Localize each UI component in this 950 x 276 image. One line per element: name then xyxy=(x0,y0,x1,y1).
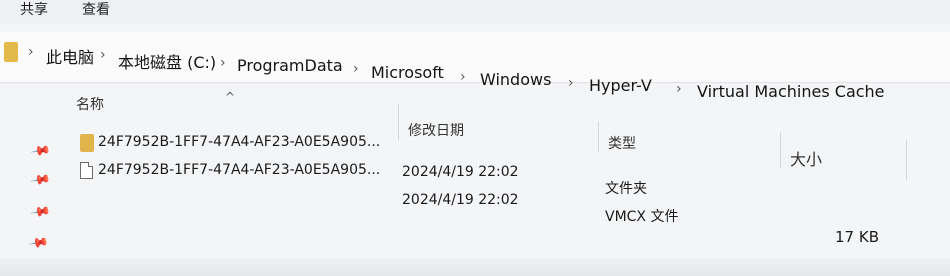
pin-icon[interactable]: 📌 xyxy=(29,202,51,224)
table-row[interactable]: 24F7952B-1FF7-47A4-AF23-A0E5A905... 2024… xyxy=(70,160,910,246)
file-type: VMCX 文件 xyxy=(605,209,679,225)
file-size: 17 KB xyxy=(835,228,879,246)
pin-icon[interactable]: 📌 xyxy=(29,170,51,192)
column-header-name[interactable]: 名称 xyxy=(76,94,104,114)
tab-share[interactable]: 共享 xyxy=(20,0,48,20)
status-bar xyxy=(0,258,950,276)
table-row[interactable]: 24F7952B-1FF7-47A4-AF23-A0E5A905... 2024… xyxy=(70,132,910,197)
breadcrumb-separator: › xyxy=(100,47,106,63)
breadcrumb-local-disk[interactable]: 本地磁盘 (C:) xyxy=(118,49,216,73)
folder-icon xyxy=(4,42,18,62)
breadcrumb-separator: › xyxy=(353,61,359,77)
pin-icon[interactable]: 📌 xyxy=(27,233,49,255)
folder-icon xyxy=(80,134,94,152)
breadcrumb-programdata[interactable]: ProgramData xyxy=(237,56,343,75)
file-name: 24F7952B-1FF7-47A4-AF23-A0E5A905... xyxy=(98,134,381,150)
file-date: 2024/4/19 22:02 xyxy=(402,192,519,208)
breadcrumb-this-pc[interactable]: 此电脑 xyxy=(46,44,94,68)
sort-ascending-icon: ^ xyxy=(225,90,236,104)
tab-view[interactable]: 查看 xyxy=(82,0,110,20)
ribbon: 共享 查看 xyxy=(0,0,950,24)
breadcrumb-separator: › xyxy=(28,44,34,60)
file-icon xyxy=(80,162,93,179)
breadcrumb-microsoft[interactable]: Microsoft xyxy=(371,63,444,82)
file-name: 24F7952B-1FF7-47A4-AF23-A0E5A905... xyxy=(98,162,381,178)
breadcrumb-separator: › xyxy=(220,55,226,71)
